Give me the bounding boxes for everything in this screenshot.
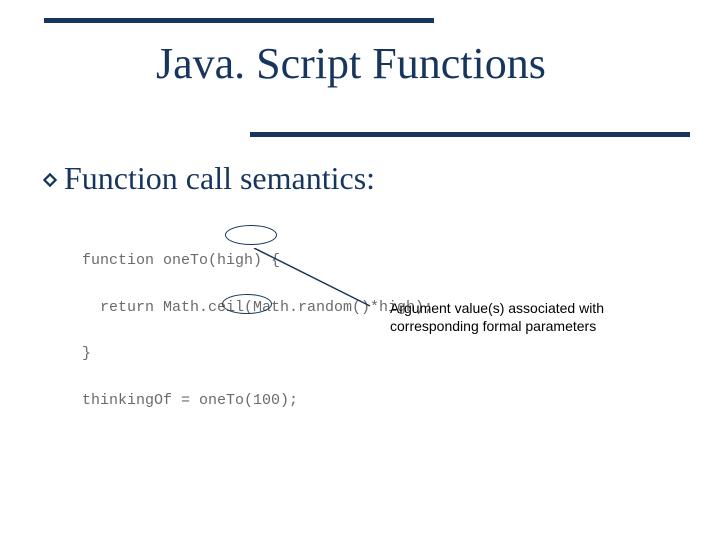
- highlight-oval-parameter: [225, 225, 277, 245]
- code-block: function oneTo(high) { return Math.ceil(…: [82, 226, 433, 435]
- annotation-text: Argument value(s) associated with corres…: [390, 300, 640, 335]
- bullet-row: Function call semantics:: [42, 160, 375, 197]
- code-line-1: function oneTo(high) {: [82, 249, 433, 272]
- page-title: Java. Script Functions: [156, 38, 546, 89]
- diamond-bullet-icon: [42, 172, 58, 188]
- title-underline-rule: [250, 132, 690, 137]
- code-line-3: }: [82, 342, 433, 365]
- code-line-4: thinkingOf = oneTo(100);: [82, 389, 433, 412]
- top-horizontal-rule: [44, 18, 434, 23]
- bullet-text: Function call semantics:: [64, 160, 375, 197]
- highlight-oval-argument: [222, 294, 272, 314]
